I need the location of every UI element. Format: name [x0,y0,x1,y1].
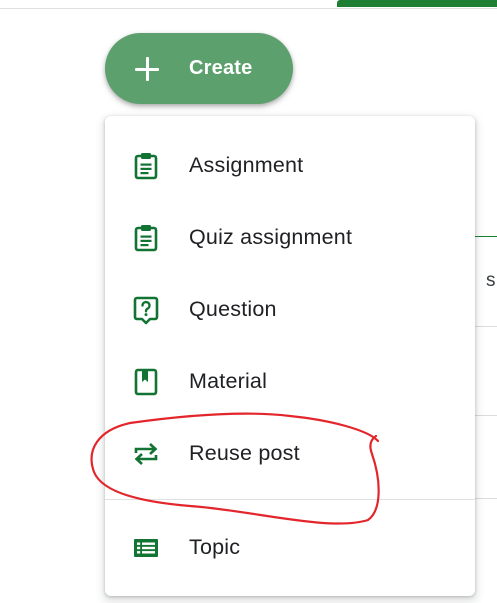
background-divider [475,415,497,416]
menu-item-label: Question [189,297,277,321]
menu-item-reuse-post[interactable]: Reuse post [105,422,475,482]
menu-item-topic[interactable]: Topic [105,516,475,576]
menu-item-label: Quiz assignment [189,225,353,249]
menu-divider [105,499,475,500]
menu-item-label: Topic [189,535,241,559]
header-divider [0,8,497,9]
menu-item-assignment[interactable]: Assignment [105,134,475,194]
question-icon [131,295,161,325]
menu-item-label: Material [189,369,268,393]
menu-item-label: Assignment [189,153,304,177]
create-menu: Assignment Quiz assignment Question Mate… [105,116,475,596]
background-green-divider [475,236,497,237]
menu-item-quiz-assignment[interactable]: Quiz assignment [105,206,475,266]
create-button-label: Create [189,57,253,79]
menu-item-label: Reuse post [189,441,300,465]
create-button[interactable]: Create [105,33,293,104]
topic-icon [131,533,161,563]
quiz-assignment-icon [131,223,161,253]
plus-icon [134,56,160,82]
reuse-icon [131,439,161,469]
background-divider [475,498,497,499]
menu-item-question[interactable]: Question [105,278,475,338]
menu-item-material[interactable]: Material [105,350,475,410]
material-icon [131,367,161,397]
top-tab-indicator [337,0,497,7]
background-divider [475,326,497,327]
assignment-icon [131,151,161,181]
background-partial-text: s [486,270,496,291]
